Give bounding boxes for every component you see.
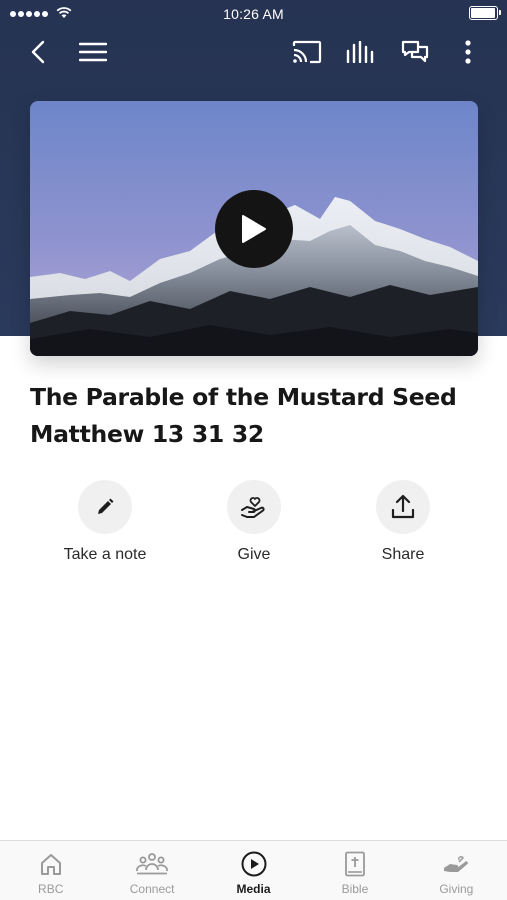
menu-button[interactable] [71, 30, 115, 74]
people-icon [136, 853, 169, 875]
video-thumbnail[interactable] [30, 101, 478, 356]
play-circle-icon [241, 851, 267, 877]
chat-button[interactable] [393, 30, 437, 74]
play-button[interactable] [215, 190, 293, 268]
chat-icon [401, 40, 429, 63]
take-note-circle [78, 480, 132, 534]
more-vertical-icon [465, 40, 471, 64]
bottom-tab-bar: RBC Connect Media Bible Giving [0, 840, 507, 900]
tab-rbc[interactable]: RBC [0, 841, 101, 900]
play-icon [242, 215, 266, 243]
share-button[interactable]: Share [343, 480, 463, 564]
tab-connect-label: Connect [129, 882, 175, 896]
more-options-button[interactable] [446, 30, 490, 74]
tab-rbc-label: RBC [38, 882, 64, 896]
tab-bible[interactable]: Bible [304, 841, 405, 900]
cast-button[interactable] [285, 30, 329, 74]
tab-bible-label: Bible [341, 882, 369, 896]
bible-icon [345, 851, 365, 877]
share-label: Share [381, 546, 425, 563]
cast-icon [292, 40, 322, 64]
give-circle [227, 480, 281, 534]
tab-media-label: Media [236, 882, 271, 896]
menu-icon [79, 42, 107, 62]
giving-hand-icon [444, 856, 469, 872]
tab-giving-label: Giving [439, 882, 474, 896]
status-time: 10:26 AM [223, 6, 284, 22]
audio-bars-icon [346, 41, 374, 63]
give-label: Give [237, 546, 271, 563]
tab-giving[interactable]: Giving [406, 841, 507, 900]
media-title: The Parable of the Mustard Seed Matthew … [30, 383, 457, 448]
pencil-icon [98, 498, 114, 514]
top-toolbar [0, 30, 507, 74]
share-circle [376, 480, 430, 534]
battery-icon [469, 6, 501, 20]
tab-connect[interactable]: Connect [101, 841, 202, 900]
status-bar: 10:26 AM [0, 0, 507, 28]
back-chevron-icon [31, 40, 45, 64]
heart-hand-icon [241, 497, 265, 518]
take-note-label: Take a note [63, 546, 147, 563]
home-icon [40, 854, 61, 875]
back-button[interactable] [16, 30, 60, 74]
audio-button[interactable] [339, 30, 383, 74]
take-note-button[interactable]: Take a note [45, 480, 165, 564]
give-button[interactable]: Give [194, 480, 314, 564]
share-icon [391, 494, 415, 519]
tab-media[interactable]: Media [203, 841, 304, 900]
